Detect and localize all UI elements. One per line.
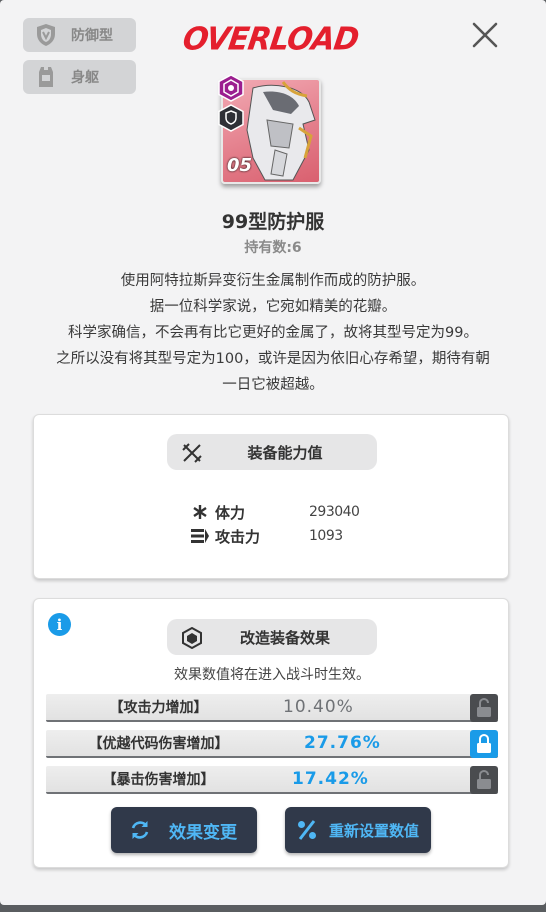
unlocked-icon[interactable]: [476, 770, 492, 790]
locked-icon[interactable]: [476, 734, 492, 754]
crossed-swords-icon: [182, 443, 202, 463]
close-button[interactable]: [466, 16, 504, 54]
reset-values-button[interactable]: 重新设置数值: [285, 807, 431, 853]
tag-slot-body: 身躯: [23, 60, 136, 94]
attack-bars-icon: [189, 528, 211, 544]
stat-value: 293040: [309, 504, 360, 520]
asterisk-icon: [189, 504, 211, 520]
lock-toggle-button[interactable]: [470, 694, 498, 722]
effects-note: 效果数值将在进入战斗时生效。: [174, 667, 370, 683]
effect-value: 17.42%: [292, 769, 369, 789]
description-line: 一日它被超越。: [222, 377, 324, 393]
shield-icon: [23, 23, 69, 47]
tag-defense-type: 防御型: [23, 18, 136, 52]
class-badge-icon: [218, 104, 244, 132]
body-armor-icon: [23, 66, 69, 88]
overload-effects-box: i 改造装备效果 效果数值将在进入战斗时生效。 【攻击力增加】 10.40% 【…: [33, 598, 509, 868]
item-card: 05: [218, 74, 324, 186]
effect-value: 10.40%: [283, 697, 354, 717]
description-line: 使用阿特拉斯异变衍生金属制作而成的防护服。: [120, 273, 426, 289]
stat-label: 攻击力: [215, 527, 261, 546]
description-line: 据一位科学家说，它宛如精美的花瓣。: [149, 299, 397, 315]
info-icon[interactable]: i: [48, 613, 71, 636]
tag-label: 防御型: [71, 28, 113, 44]
effect-row: 【优越代码伤害增加】 27.76%: [46, 730, 498, 758]
item-description: 使用阿特拉斯异变衍生金属制作而成的防护服。 据一位科学家说，它宛如精美的花瓣。 …: [25, 268, 521, 398]
effect-label: 【优越代码伤害增加】: [88, 736, 229, 752]
card-number: 05: [227, 155, 253, 176]
effect-label: 【暴击伤害增加】: [102, 772, 215, 788]
description-line: 之所以没有将其型号定为100，或许是因为依旧心存希望，期待有朝: [56, 351, 490, 367]
stat-row-hp: 体力 293040: [189, 501, 360, 523]
stat-row-attack: 攻击力 1093: [189, 525, 343, 547]
overload-gear-icon: [182, 627, 202, 649]
effect-row: 【攻击力增加】 10.40%: [46, 694, 498, 722]
effect-label: 【攻击力增加】: [109, 700, 208, 716]
effect-value: 27.76%: [304, 733, 381, 753]
lock-toggle-button[interactable]: [470, 730, 498, 758]
effect-row: 【暴击伤害增加】 17.42%: [46, 766, 498, 794]
lock-toggle-button[interactable]: [470, 766, 498, 794]
rarity-badge-icon: [218, 74, 244, 102]
item-name: 99型防护服: [221, 211, 325, 233]
overload-effects-header: 改造装备效果: [167, 619, 377, 655]
change-effect-button[interactable]: 效果变更: [111, 807, 257, 853]
percent-icon: [285, 819, 329, 841]
stat-value: 1093: [309, 528, 343, 544]
equipment-detail-panel: 防御型 身躯 OVERLOAD 05 99型防护服 持有数:6 使用阿特拉斯异变…: [0, 0, 546, 905]
unlocked-icon[interactable]: [476, 698, 492, 718]
owned-count: 持有数:6: [244, 240, 302, 256]
stat-label: 体力: [215, 503, 246, 522]
tag-label: 身躯: [71, 70, 99, 86]
change-effect-label: 效果变更: [169, 822, 237, 843]
equip-stats-header: 装备能力值: [167, 434, 377, 470]
description-line: 科学家确信，不会再有比它更好的金属了，故将其型号定为99。: [68, 325, 478, 341]
overload-logo: OVERLOAD: [179, 20, 361, 58]
refresh-icon: [111, 819, 169, 841]
reset-values-label: 重新设置数值: [329, 821, 420, 840]
equip-stats-box: 装备能力值 体力 293040 攻击力 1093: [33, 414, 509, 579]
close-icon[interactable]: [466, 16, 504, 54]
